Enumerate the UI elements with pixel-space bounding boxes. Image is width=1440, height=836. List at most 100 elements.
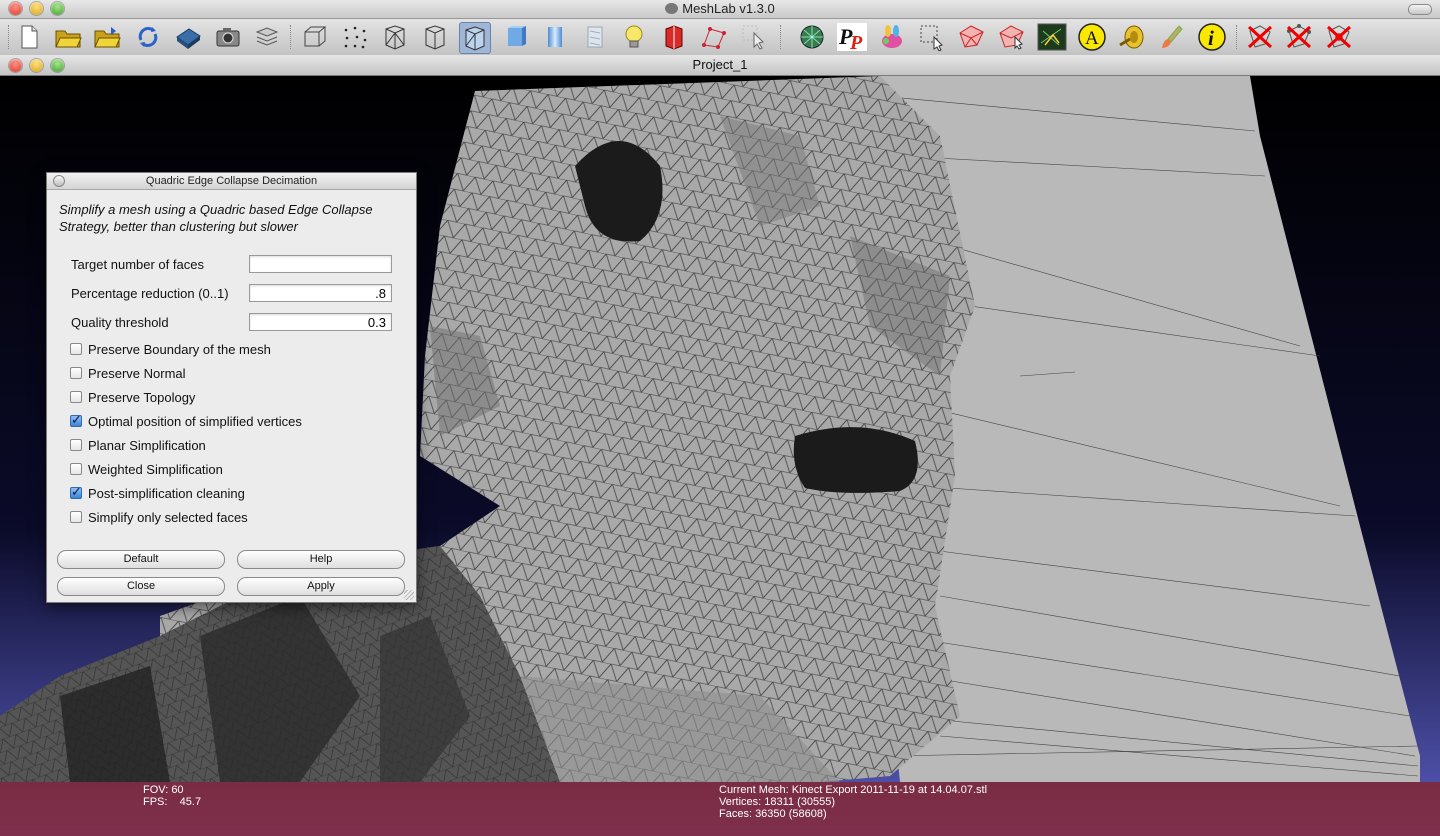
dialog-title: Quadric Edge Collapse Decimation [145,175,318,187]
smooth-shading-icon[interactable] [540,22,570,52]
align-icon[interactable] [1037,22,1067,52]
check-weighted-simplification[interactable]: Weighted Simplification [70,460,223,478]
check-selected-faces-only[interactable]: Simplify only selected faces [70,508,248,526]
check-preserve-boundary[interactable]: Preserve Boundary of the mesh [70,340,271,358]
annotate-a-icon[interactable]: A [1077,22,1107,52]
close-button[interactable]: Close [57,577,225,596]
pointer-select-icon[interactable] [739,22,769,52]
measure-icon[interactable] [1117,22,1147,52]
snapshot-camera-icon[interactable] [213,22,243,52]
param-label: Quality threshold [71,315,169,330]
checkbox-label: Preserve Topology [88,389,196,405]
check-post-cleaning[interactable]: Post-simplification cleaning [70,484,245,502]
select-vertices-paint-icon[interactable] [997,22,1027,52]
checkbox[interactable] [70,343,82,355]
dialog-description: Simplify a mesh using a Quadric based Ed… [59,202,373,234]
checkbox[interactable] [70,484,82,500]
wireframe-icon[interactable] [380,22,410,52]
paint-bunny-icon[interactable] [877,22,907,52]
meshlab-app-icon [665,3,679,14]
select-rect-icon[interactable] [917,22,947,52]
info-icon[interactable]: i [1197,22,1227,52]
dialog-title-bar: Quadric Edge Collapse Decimation [47,173,416,190]
checkbox-label: Preserve Normal [88,365,186,381]
zoom-document-button[interactable] [51,59,64,72]
viewport-stats-left: FOV: 60 FPS: 45.7 [143,784,201,808]
param-percentage-reduction: Percentage reduction (0..1) [71,284,393,303]
new-document-icon[interactable] [14,22,44,52]
toolbar-separator [780,25,783,49]
hidden-lines-icon[interactable] [420,22,450,52]
document-title-bar: Project_1 [0,55,1440,76]
minimize-window-button[interactable] [30,2,43,15]
param-label: Target number of faces [71,257,204,272]
fov-readout: FOV: 60 [143,784,184,796]
checkbox[interactable] [70,367,82,379]
minimize-document-button[interactable] [30,59,43,72]
close-document-button[interactable] [9,59,22,72]
check-preserve-normal[interactable]: Preserve Normal [70,364,186,382]
help-button[interactable]: Help [237,550,405,569]
main-toolbar: PP A i [0,19,1440,56]
toolbar-separator [1236,25,1239,49]
default-button[interactable]: Default [57,550,225,569]
checkbox-label: Planar Simplification [88,437,206,453]
delete-all-icon[interactable] [1324,22,1354,52]
apply-button[interactable]: Apply [237,577,405,596]
delete-vertices-icon[interactable] [1284,22,1314,52]
brush-icon[interactable] [1157,22,1187,52]
points-icon[interactable] [340,22,370,52]
vertices-readout: Vertices: 18311 (30555) [719,796,835,808]
app-title: MeshLab v1.3.0 [682,1,775,16]
reload-icon[interactable] [133,22,163,52]
checkbox-label: Simplify only selected faces [88,509,248,525]
checkbox[interactable] [70,463,82,475]
check-optimal-position[interactable]: Optimal position of simplified vertices [70,412,302,430]
select-vertices-icon[interactable] [699,22,729,52]
close-window-button[interactable] [9,2,22,15]
select-faces-icon[interactable] [957,22,987,52]
toolbar-separator [8,25,11,49]
percentage-reduction-input[interactable] [249,284,392,302]
param-target-faces: Target number of faces [71,255,393,274]
save-disk-icon[interactable] [173,22,203,52]
check-planar-simplification[interactable]: Planar Simplification [70,436,206,454]
import-folder-icon[interactable] [92,22,122,52]
param-label: Percentage reduction (0..1) [71,286,229,301]
svg-text:A: A [1085,28,1099,49]
dialog-close-icon[interactable] [53,175,65,187]
checkbox-label: Optimal position of simplified vertices [88,413,302,429]
checkbox[interactable] [70,511,82,523]
backface-icon[interactable] [659,22,689,52]
delete-faces-icon[interactable] [1245,22,1275,52]
checkbox-label: Preserve Boundary of the mesh [88,341,271,357]
check-preserve-topology[interactable]: Preserve Topology [70,388,195,406]
layers-icon[interactable] [252,22,282,52]
flat-lines-icon[interactable] [459,22,491,54]
checkbox[interactable] [70,439,82,451]
param-quality-threshold: Quality threshold [71,313,393,332]
checkbox[interactable] [70,412,82,428]
current-mesh-readout: Current Mesh: Kinect Export 2011-11-19 a… [719,784,988,796]
toolbar-separator [290,25,293,49]
mesh-sphere-icon[interactable] [797,22,827,52]
checkbox-label: Post-simplification cleaning [88,485,245,501]
bounding-box-icon[interactable] [300,22,330,52]
flat-shading-icon[interactable] [500,22,530,52]
viewport-stats-right: Current Mesh: Kinect Export 2011-11-19 a… [719,784,987,820]
quality-threshold-input[interactable] [249,313,392,331]
checkbox[interactable] [70,391,82,403]
document-title: Project_1 [692,57,748,72]
checkbox-label: Weighted Simplification [88,461,223,477]
light-bulb-icon[interactable] [619,22,649,52]
open-folder-icon[interactable] [53,22,83,52]
toolbar-toggle-button[interactable] [1408,4,1432,15]
resize-grip[interactable] [404,590,414,600]
app-title-bar: MeshLab v1.3.0 [0,0,1440,19]
svg-text:i: i [1208,26,1214,50]
texture-icon[interactable] [580,22,610,52]
zoom-window-button[interactable] [51,2,64,15]
pp-icon[interactable]: PP [837,22,867,52]
faces-readout: Faces: 36350 (58608) [719,808,827,820]
target-faces-input[interactable] [249,255,392,273]
